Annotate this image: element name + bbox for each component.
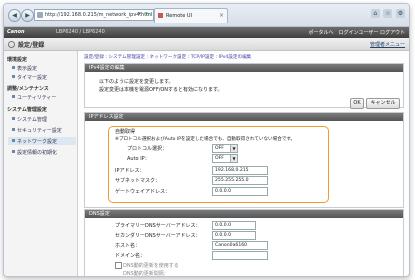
admin-menu-link[interactable]: 管理者メニュー bbox=[370, 41, 405, 48]
settings-icon bbox=[8, 41, 15, 48]
tab-title: Remote UI bbox=[166, 13, 193, 19]
info-line-1: 以下のように設定を変更します。 bbox=[99, 79, 174, 85]
sub-header: 設定/登録 管理者メニュー bbox=[4, 38, 409, 51]
primary-dns-input[interactable]: 0.0.0.0 bbox=[212, 221, 256, 230]
browser-tab[interactable]: Remote UI × bbox=[154, 8, 228, 23]
page-icon bbox=[37, 12, 43, 18]
sidebar-item-system-management[interactable]: システム管理 bbox=[12, 116, 47, 123]
gear-icon[interactable]: ⚙ bbox=[396, 9, 405, 18]
dns-dynamic-update-label: DNS動的更新を使用する bbox=[123, 263, 179, 269]
dns-dynamic-update-checkbox[interactable] bbox=[115, 262, 122, 269]
sidebar-section-environment: 環境設定 bbox=[7, 57, 28, 63]
highlight-frame bbox=[108, 126, 329, 203]
primary-dns-label: プライマリーDNSサーバーアドレス： bbox=[115, 223, 201, 229]
domain-name-label: ドメイン名： bbox=[115, 253, 146, 259]
forward-button[interactable]: ▶ bbox=[21, 9, 34, 22]
secondary-dns-label: セカンダリーDNSサーバーアドレス： bbox=[115, 233, 201, 239]
sidebar-item-security[interactable]: セキュリティー設定 bbox=[12, 127, 62, 134]
app-header: Canon LBP6240 / LBP6240 ポータルへ ログインユーザー ロ… bbox=[4, 27, 409, 38]
sidebar-item-display[interactable]: 表示設定 bbox=[12, 65, 37, 72]
edit-panel: IPv4設定の編集 以下のように設定を変更します。 設定変更は本機を電源OFF/… bbox=[84, 63, 404, 109]
sidebar-section-maintenance: 調整/メンテナンス bbox=[7, 86, 49, 92]
chevron-down-icon[interactable]: ▾ bbox=[138, 11, 141, 17]
sidebar-item-reset[interactable]: 設定情報の初期化 bbox=[12, 149, 57, 156]
ip-settings-title: IPアドレス設定 bbox=[85, 113, 403, 121]
host-name-input[interactable]: Canon0a6160 bbox=[212, 241, 268, 250]
sidebar-item-timer[interactable]: タイマー設定 bbox=[12, 74, 47, 81]
dns-dynamic-interval-label: DNS動的更新間隔： bbox=[123, 271, 169, 277]
device-model: LBP6240 / LBP6240 bbox=[56, 29, 105, 35]
dns-panel: DNS設定 プライマリーDNSサーバーアドレス： 0.0.0.0 セカンダリーD… bbox=[84, 209, 404, 277]
sidebar: 環境設定 表示設定 タイマー設定 調整/メンテナンス ユーティリティー システム… bbox=[4, 51, 78, 276]
refresh-icon[interactable]: ↻ bbox=[145, 11, 150, 18]
home-icon[interactable]: ⌂ bbox=[370, 9, 380, 18]
info-line-2: 設定変更は本機を電源OFF/ONすると有効になります。 bbox=[99, 87, 223, 93]
breadcrumb[interactable]: 設定/登録 : システム管理設定 : ネットワーク設定 : TCP/IP設定 :… bbox=[84, 54, 251, 60]
cancel-button[interactable]: キャンセル bbox=[366, 98, 400, 109]
page-title: 設定/登録 bbox=[8, 40, 44, 49]
header-links[interactable]: ポータルへ ログインユーザー ログアウト bbox=[309, 29, 406, 36]
dns-title: DNS設定 bbox=[85, 210, 403, 218]
edit-panel-title: IPv4設定の編集 bbox=[85, 64, 403, 72]
sidebar-item-network[interactable]: ネットワーク設定 bbox=[12, 138, 57, 145]
sidebar-section-system: システム管理設定 bbox=[7, 107, 47, 113]
ok-button[interactable]: OK bbox=[350, 98, 364, 109]
address-bar[interactable]: http://192.168.0.215/m_network_ipv4.html… bbox=[34, 9, 154, 21]
host-name-label: ホスト名： bbox=[115, 243, 141, 249]
close-tab-icon[interactable]: × bbox=[219, 12, 224, 19]
domain-name-input[interactable] bbox=[212, 251, 268, 260]
browser-window: ◀ ▶ http://192.168.0.215/m_network_ipv4.… bbox=[3, 3, 410, 277]
star-icon[interactable]: ☆ bbox=[383, 9, 393, 18]
secondary-dns-input[interactable]: 0.0.0.0 bbox=[212, 231, 256, 240]
browser-toolbar: ◀ ▶ http://192.168.0.215/m_network_ipv4.… bbox=[4, 4, 409, 27]
favicon-icon bbox=[158, 13, 163, 18]
brand-logo: Canon bbox=[7, 29, 25, 35]
back-button[interactable]: ◀ bbox=[8, 9, 21, 22]
sidebar-item-utility[interactable]: ユーティリティー bbox=[12, 94, 56, 101]
url-text: http://192.168.0.215/m_network_ipv4.html bbox=[45, 12, 153, 18]
